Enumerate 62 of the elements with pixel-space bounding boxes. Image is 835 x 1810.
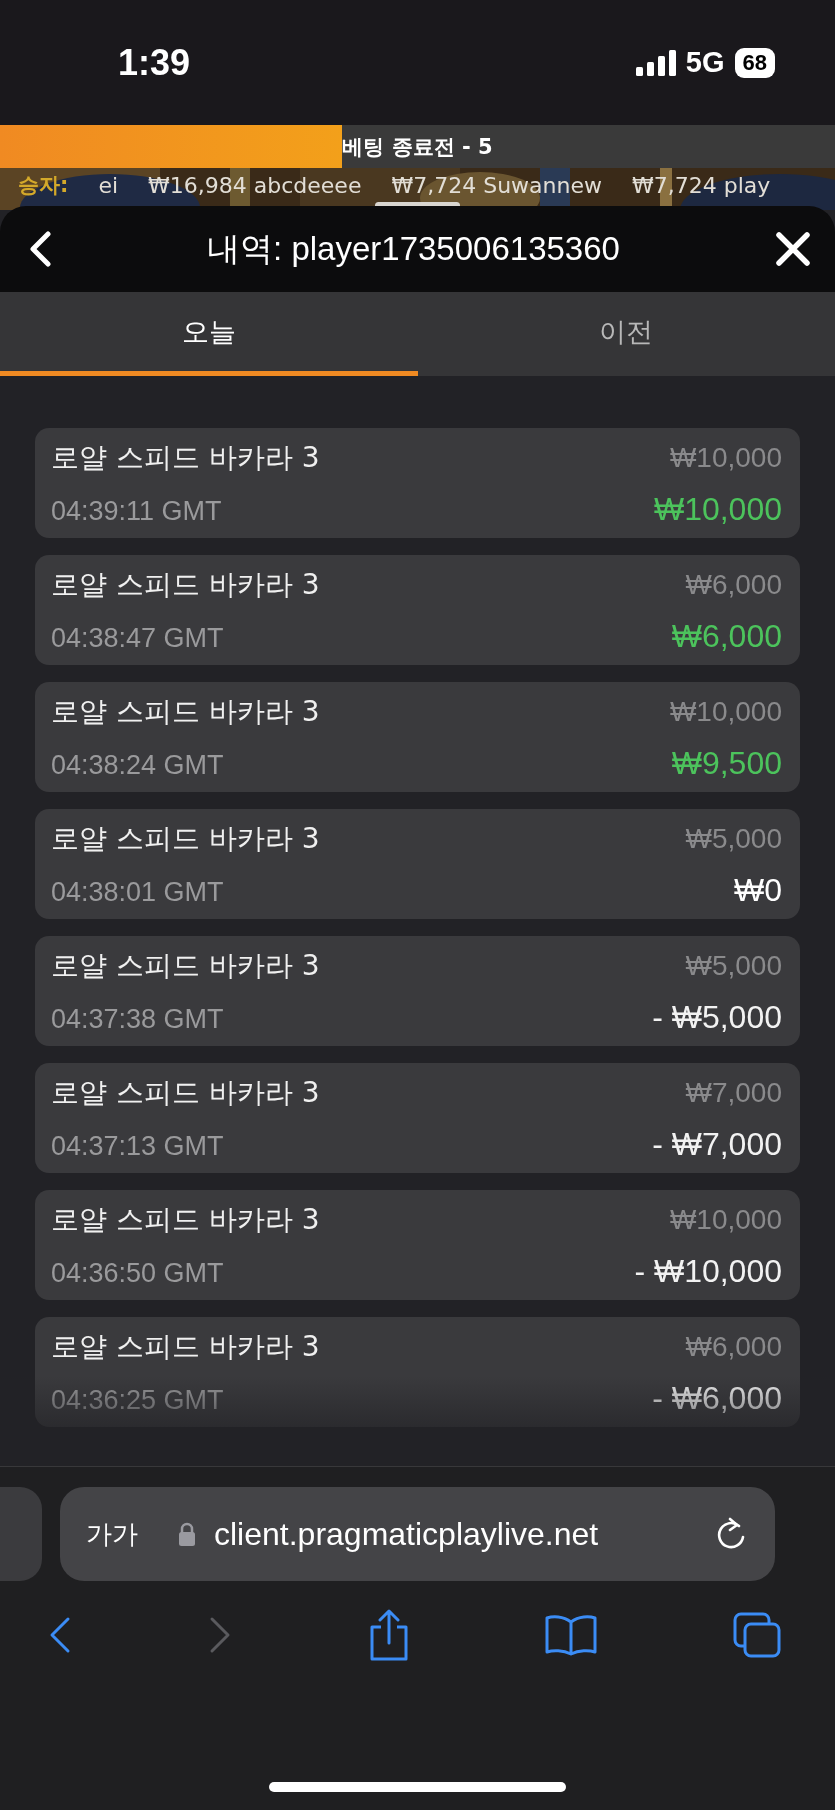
countdown-label: 베팅 종료전 - 5 [342, 133, 493, 161]
lock-icon [178, 1522, 196, 1546]
winner-entry: ₩7,724 Suwannew [391, 174, 602, 199]
back-icon[interactable] [28, 231, 52, 267]
winner-entry: ₩7,724 play [631, 174, 771, 199]
winner-entry: ei [98, 174, 119, 199]
result-amount: ₩10,000 [653, 490, 782, 528]
tab[interactable]: 이전 [417, 292, 835, 376]
game-name: 로얄 스피드 바카라 3 [51, 947, 320, 984]
url-text: client.pragmaticplaylive.net [214, 1515, 600, 1553]
history-card[interactable]: 로얄 스피드 바카라 3 ₩10,000 04:38:24 GMT ₩9,500 [35, 682, 800, 792]
history-card[interactable]: 로얄 스피드 바카라 3 ₩5,000 04:37:38 GMT - ₩5,000 [35, 936, 800, 1046]
bet-amount: ₩6,000 [685, 568, 782, 601]
game-name: 로얄 스피드 바카라 3 [51, 820, 320, 857]
reload-icon[interactable] [715, 1517, 747, 1551]
bet-time: 04:38:01 GMT [51, 876, 224, 908]
bet-amount: ₩10,000 [669, 1203, 782, 1236]
bookmarks-icon[interactable] [545, 1614, 598, 1656]
bet-time: 04:39:11 GMT [51, 495, 222, 527]
bet-amount: ₩7,000 [685, 1076, 782, 1109]
bet-amount: ₩5,000 [685, 949, 782, 982]
history-card[interactable]: 로얄 스피드 바카라 3 ₩6,000 04:38:47 GMT ₩6,000 [35, 555, 800, 665]
history-card[interactable]: 로얄 스피드 바카라 3 ₩5,000 04:38:01 GMT ₩0 [35, 809, 800, 919]
game-name: 로얄 스피드 바카라 3 [51, 693, 320, 730]
bet-time: 04:38:47 GMT [51, 622, 224, 654]
close-icon[interactable] [775, 231, 811, 267]
bet-time: 04:38:24 GMT [51, 749, 224, 781]
bet-amount: ₩5,000 [685, 822, 782, 855]
bet-amount: ₩10,000 [669, 695, 782, 728]
winner-entry: ₩16,984 abcdeeee [148, 174, 362, 199]
history-title: 내역: player1735006135360 [207, 228, 620, 269]
tab[interactable]: 오늘 [0, 292, 418, 376]
text-size-button[interactable]: 가가 [86, 1516, 138, 1552]
signal-icon [635, 49, 676, 76]
result-amount: ₩9,500 [671, 744, 782, 782]
history-card[interactable]: 로얄 스피드 바카라 3 ₩10,000 04:39:11 GMT ₩10,000 [35, 428, 800, 538]
tabs-icon[interactable] [733, 1612, 781, 1658]
result-amount: ₩0 [734, 871, 782, 909]
status-time: 1:39 [118, 41, 191, 84]
bet-time: 04:37:38 GMT [51, 1003, 224, 1035]
result-amount: ₩6,000 [671, 617, 782, 655]
battery-level: 68 [734, 47, 775, 78]
bet-time: 04:37:13 GMT [51, 1130, 224, 1162]
winners-label: 승자: [18, 174, 69, 198]
game-name: 로얄 스피드 바카라 3 [51, 566, 320, 603]
result-amount: - ₩5,000 [652, 998, 782, 1036]
game-name: 로얄 스피드 바카라 3 [51, 1328, 320, 1365]
game-name: 로얄 스피드 바카라 3 [51, 1201, 320, 1238]
bet-amount: ₩10,000 [669, 441, 782, 474]
result-amount: - ₩6,000 [652, 1379, 782, 1417]
game-name: 로얄 스피드 바카라 3 [51, 1074, 320, 1111]
result-amount: - ₩10,000 [634, 1252, 782, 1290]
history-card[interactable]: 로얄 스피드 바카라 3 ₩7,000 04:37:13 GMT - ₩7,000 [35, 1063, 800, 1173]
result-amount: - ₩7,000 [652, 1125, 782, 1163]
address-bar[interactable]: 가가 client.pragmaticplaylive.net [60, 1487, 775, 1581]
history-card[interactable]: 로얄 스피드 바카라 3 ₩6,000 04:36:25 GMT - ₩6,000 [35, 1317, 800, 1427]
game-name: 로얄 스피드 바카라 3 [51, 439, 320, 476]
bet-amount: ₩6,000 [685, 1330, 782, 1363]
history-card[interactable]: 로얄 스피드 바카라 3 ₩10,000 04:36:50 GMT - ₩10,000 [35, 1190, 800, 1300]
bet-time: 04:36:25 GMT [51, 1384, 224, 1416]
bet-time: 04:36:50 GMT [51, 1257, 224, 1289]
network-label: 5G [685, 46, 725, 79]
